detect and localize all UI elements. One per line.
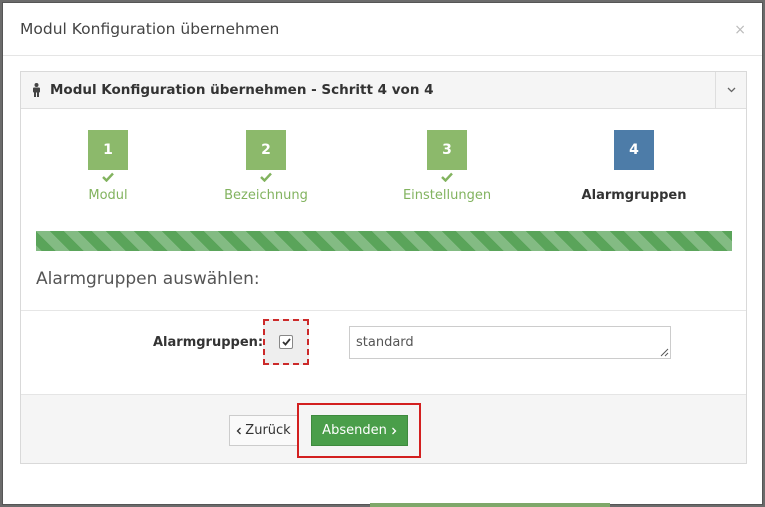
- chevron-right-icon: [391, 427, 397, 434]
- step-2[interactable]: 2 Bezeichnung: [196, 130, 336, 203]
- submit-button[interactable]: Absenden: [311, 415, 408, 446]
- textarea-value: standard: [356, 335, 414, 350]
- step-number: 3: [427, 130, 467, 170]
- back-button[interactable]: Zurück: [229, 415, 298, 446]
- chevron-left-icon: [236, 427, 242, 434]
- divider: [21, 310, 746, 311]
- check-icon: [441, 172, 453, 182]
- modal-header: Modul Konfiguration übernehmen ×: [3, 3, 762, 56]
- section-title: Alarmgruppen auswählen:: [36, 269, 260, 289]
- modal-title: Modul Konfiguration übernehmen: [20, 20, 280, 38]
- step-4[interactable]: 4 Alarmgruppen: [564, 130, 704, 203]
- step-label: Bezeichnung: [224, 188, 308, 203]
- step-label: Alarmgruppen: [581, 188, 687, 203]
- step-1[interactable]: 1 Modul: [38, 130, 178, 203]
- close-icon[interactable]: ×: [734, 23, 746, 37]
- step-3[interactable]: 3 Einstellungen: [377, 130, 517, 203]
- submit-button-label: Absenden: [322, 423, 387, 438]
- background-strip: [370, 503, 610, 507]
- step-label: Modul: [88, 188, 128, 203]
- alarmgruppen-label: Alarmgruppen:: [153, 335, 264, 350]
- step-number: 4: [614, 130, 654, 170]
- wizard-title: Modul Konfiguration übernehmen - Schritt…: [50, 82, 434, 98]
- step-label: Einstellungen: [402, 188, 492, 203]
- progress-bar: [36, 231, 732, 251]
- wizard-footer: Zurück Absenden: [21, 394, 746, 463]
- wizard-box: Modul Konfiguration übernehmen - Schritt…: [20, 71, 747, 464]
- check-icon: [102, 172, 114, 182]
- step-number: 1: [88, 130, 128, 170]
- step-number: 2: [246, 130, 286, 170]
- alarmgruppen-checkbox[interactable]: [279, 335, 293, 349]
- resize-handle-icon[interactable]: [660, 348, 669, 357]
- check-icon: [260, 172, 272, 182]
- collapse-toggle[interactable]: [715, 72, 746, 108]
- checkmark-icon: [281, 338, 291, 346]
- person-icon: [33, 83, 40, 97]
- wizard-header: Modul Konfiguration übernehmen - Schritt…: [21, 72, 746, 109]
- modal-dialog: Modul Konfiguration übernehmen × Modul K…: [2, 2, 763, 505]
- chevron-down-icon: [727, 87, 735, 93]
- alarmgruppen-textarea[interactable]: standard: [349, 326, 671, 359]
- checkbox-highlight: [263, 319, 309, 365]
- back-button-label: Zurück: [245, 423, 291, 438]
